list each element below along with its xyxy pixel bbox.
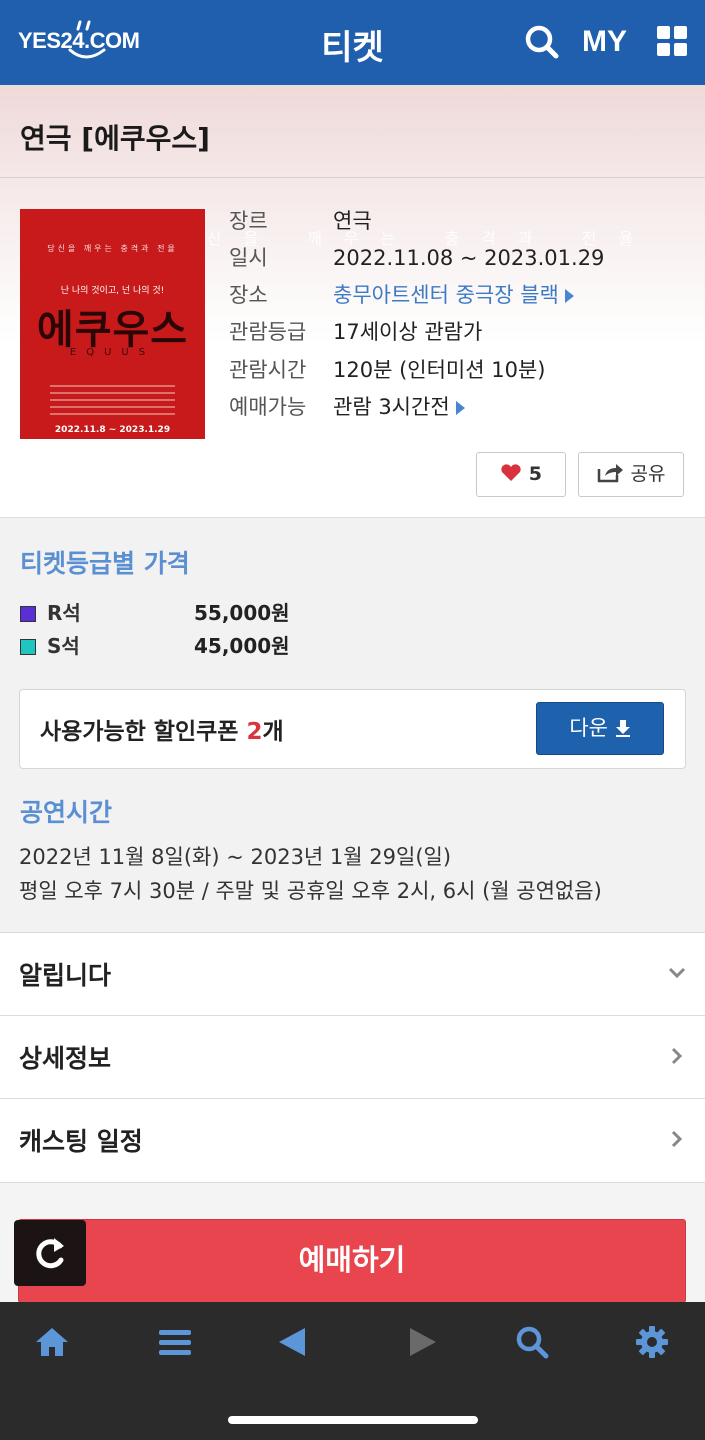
- seat-price: 55,000원: [194, 601, 290, 625]
- back-icon[interactable]: [273, 1322, 313, 1362]
- info-value: 120분 (인터미션 10분): [333, 358, 546, 382]
- refresh-icon: [36, 1238, 64, 1269]
- triangle-right-icon: [455, 401, 465, 415]
- info-key: 예매가능: [229, 395, 307, 419]
- top-bar: YES24.COM 티켓 MY: [0, 0, 705, 85]
- coupon-download-button[interactable]: 다운: [536, 702, 664, 755]
- schedule-section-title: 공연시간: [20, 798, 113, 827]
- share-icon: [598, 464, 624, 483]
- price-section-title: 티켓등급별 가격: [20, 549, 190, 578]
- poster-latin-title: EQUUS: [69, 347, 156, 358]
- info-key: 관람시간: [229, 358, 307, 382]
- menu-casting[interactable]: 캐스팅 일정: [0, 1098, 705, 1180]
- info-value: 연극: [333, 209, 372, 233]
- divider: [0, 177, 705, 178]
- share-label: 공유: [630, 463, 666, 485]
- show-summary: 당신을 깨우는 충격과 전율 연극 [에쿠우스] 당신을 깨우는 충격과 전율 …: [0, 85, 705, 517]
- menu-label: 캐스팅 일정: [19, 1127, 143, 1156]
- home-indicator[interactable]: [228, 1416, 478, 1424]
- book-button[interactable]: 예매하기: [18, 1219, 686, 1303]
- menu-label: 알립니다: [19, 961, 112, 990]
- info-value: 17세이상 관람가: [333, 320, 483, 344]
- triangle-right-icon: [564, 289, 574, 303]
- menu-notice[interactable]: 알립니다: [0, 932, 705, 1014]
- info-key: 장소: [229, 283, 268, 307]
- refresh-button[interactable]: [14, 1220, 86, 1286]
- seat-price: 45,000원: [194, 634, 290, 658]
- coupon-box: 사용가능한 할인쿠폰 2개 다운: [19, 689, 686, 769]
- chevron-right-icon: [671, 1047, 683, 1065]
- coupon-text: 사용가능한 할인쿠폰 2개: [40, 712, 284, 746]
- seat-grade: R석: [47, 601, 81, 625]
- menu-details[interactable]: 상세정보: [0, 1015, 705, 1097]
- bottom-navigation: [0, 1302, 705, 1440]
- coupon-text-prefix: 사용가능한 할인쿠폰: [40, 719, 247, 745]
- venue-link-text: 충무아트센터 중극장 블랙: [333, 283, 559, 307]
- coupon-download-label: 다운: [569, 716, 608, 740]
- like-button[interactable]: 5: [476, 452, 566, 497]
- share-button[interactable]: 공유: [578, 452, 684, 497]
- coupon-text-suffix: 개: [262, 719, 284, 745]
- grid-menu-icon[interactable]: [655, 22, 689, 62]
- like-count: 5: [528, 463, 542, 485]
- venue-link[interactable]: 충무아트센터 중극장 블랙: [333, 280, 574, 310]
- my-button[interactable]: MY: [582, 22, 636, 62]
- booking-availability-text: 관람 3시간전: [333, 395, 450, 419]
- info-value: 2022.11.08 ~ 2023.01.29: [333, 246, 605, 270]
- chevron-right-icon: [671, 1130, 683, 1148]
- schedule-times: 평일 오후 7시 30분 / 주말 및 공휴일 오후 2시, 6시 (월 공연없…: [19, 879, 602, 903]
- seat-color-swatch: [20, 639, 36, 655]
- show-title: 연극 [에쿠우스]: [20, 122, 210, 155]
- search-icon[interactable]: [524, 22, 560, 62]
- search-icon[interactable]: [512, 1322, 552, 1362]
- booking-availability-link[interactable]: 관람 3시간전: [333, 392, 465, 422]
- seat-color-swatch: [20, 606, 36, 622]
- ticket-info-section: 티켓등급별 가격 R석 55,000원 S석 45,000원 사용가능한 할인쿠…: [0, 517, 705, 932]
- info-key: 일시: [229, 246, 268, 270]
- poster-image[interactable]: 당신을 깨우는 충격과 전율 난 나의 것이고, 넌 나의 것! 에쿠우스 EQ…: [20, 209, 205, 439]
- home-icon[interactable]: [32, 1322, 72, 1362]
- poster-subtitle: 난 나의 것이고, 넌 나의 것!: [60, 286, 165, 296]
- schedule-period: 2022년 11월 8일(화) ~ 2023년 1월 29일(일): [19, 845, 452, 869]
- settings-gear-icon[interactable]: [632, 1322, 672, 1362]
- coupon-count: 2: [246, 719, 263, 745]
- chevron-down-icon: [668, 967, 686, 979]
- menu-icon[interactable]: [155, 1322, 195, 1362]
- seat-grade: S석: [47, 634, 80, 658]
- info-key: 장르: [229, 209, 268, 233]
- menu-label: 상세정보: [19, 1044, 112, 1073]
- heart-icon: [501, 464, 521, 481]
- download-icon: [615, 720, 630, 737]
- forward-icon[interactable]: [402, 1322, 442, 1362]
- info-key: 관람등급: [229, 320, 307, 344]
- poster-tagline: 당신을 깨우는 충격과 전율: [47, 244, 178, 253]
- poster-date: 2022.11.8 ~ 2023.1.29: [54, 425, 171, 435]
- poster-credits: [50, 385, 175, 419]
